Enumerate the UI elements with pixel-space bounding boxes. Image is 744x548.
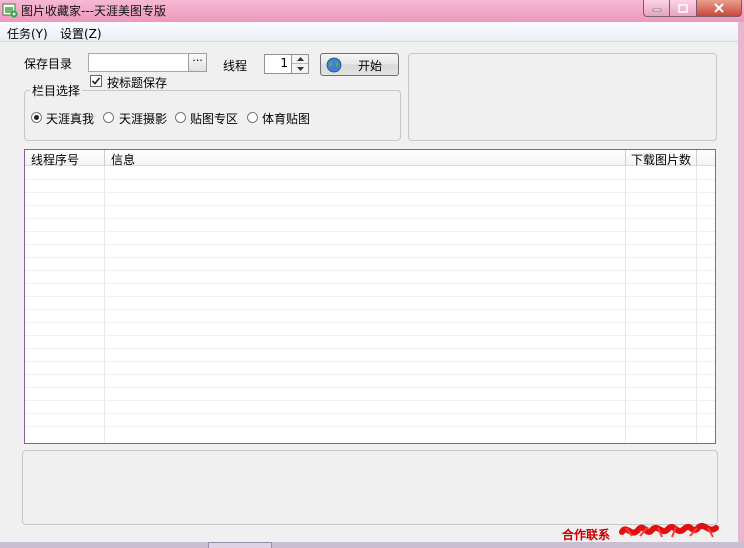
app-image-icon	[2, 3, 18, 18]
radio-label-tianya-sheying: 天涯摄影	[119, 112, 168, 126]
taskbar-strip	[0, 542, 744, 548]
close-icon	[714, 3, 724, 13]
radio-label-tietu-zhuanqu: 贴图专区	[190, 112, 239, 126]
radio-label-tianya-zhenwo: 天涯真我	[46, 112, 95, 126]
thread-count-input[interactable]: 1	[264, 54, 292, 74]
contact-label[interactable]: 合作联系	[562, 526, 610, 543]
list-header: 线程序号 信息 下载图片数	[25, 150, 715, 168]
title-bar: 图片收藏家---天涯美图专版	[0, 0, 744, 22]
title-save-checkbox[interactable]	[90, 75, 102, 87]
maximize-button[interactable]	[670, 0, 697, 17]
start-button-label: 开始	[358, 59, 383, 73]
radio-selected-dot	[34, 115, 39, 120]
log-panel	[22, 450, 718, 525]
minimize-icon	[652, 8, 661, 12]
window-title: 图片收藏家---天涯美图专版	[21, 4, 166, 18]
checkmark-icon	[91, 77, 101, 85]
arrow-up-icon	[296, 57, 304, 61]
globe-icon	[326, 57, 342, 73]
preview-panel	[408, 53, 717, 141]
radio-tiyu-tietu[interactable]	[247, 112, 258, 123]
thread-label: 线程	[223, 59, 248, 73]
save-dir-label: 保存目录	[24, 57, 73, 71]
close-button[interactable]	[697, 0, 742, 17]
maximize-icon	[678, 3, 688, 13]
title-save-label: 按标题保存	[107, 76, 168, 90]
radio-tietu-zhuanqu[interactable]	[175, 112, 186, 123]
radio-tianya-sheying[interactable]	[103, 112, 114, 123]
main-window: 任务(Y) 设置(Z) 保存目录 ··· 按标题保存 线程 1 开始 栏目选择 …	[0, 22, 738, 542]
browse-button[interactable]: ···	[188, 53, 207, 72]
task-list[interactable]: 线程序号 信息 下载图片数	[24, 149, 716, 444]
section-group-title: 栏目选择	[30, 82, 83, 99]
column-download-count[interactable]: 下载图片数	[631, 151, 691, 168]
save-dir-input[interactable]	[88, 53, 189, 72]
column-info[interactable]: 信息	[111, 151, 135, 168]
menu-bar: 任务(Y) 设置(Z)	[0, 22, 738, 42]
arrow-down-icon	[296, 66, 304, 71]
radio-tianya-zhenwo[interactable]	[31, 112, 42, 123]
contact-info-stamp	[619, 522, 719, 538]
menu-task[interactable]: 任务(Y)	[7, 25, 48, 42]
spin-down-button[interactable]	[292, 64, 308, 73]
thread-spinner	[292, 54, 309, 74]
taskbar-tab[interactable]	[208, 542, 272, 548]
menu-settings[interactable]: 设置(Z)	[60, 25, 102, 42]
radio-label-tiyu-tietu: 体育贴图	[262, 112, 311, 126]
column-thread-id[interactable]: 线程序号	[31, 151, 79, 168]
spin-up-button[interactable]	[292, 55, 308, 64]
window-right-border	[738, 22, 744, 542]
minimize-button[interactable]	[643, 0, 670, 17]
start-button[interactable]: 开始	[320, 53, 399, 76]
